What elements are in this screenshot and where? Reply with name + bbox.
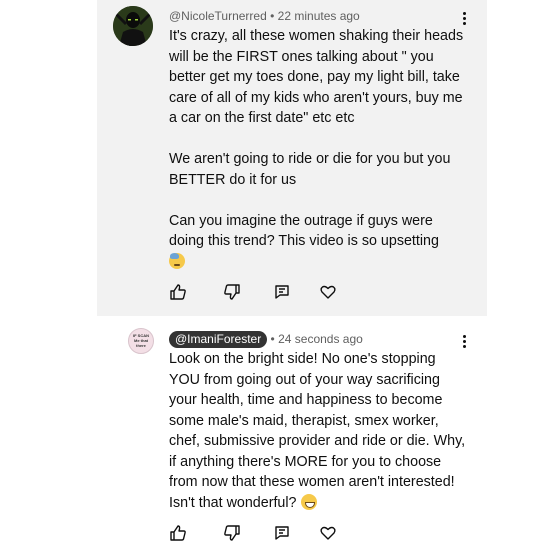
author-name[interactable]: @NicoleTurnerred — [169, 9, 267, 23]
comment-meta: @NicoleTurnerred • 22 minutes ago — [169, 9, 360, 23]
avatar-text: IF SCAN Me that there — [133, 333, 149, 348]
comment-time: 22 minutes ago — [277, 9, 360, 23]
dislike-icon[interactable] — [223, 283, 241, 301]
sad-sweat-emoji-icon — [169, 252, 185, 269]
dark-figure-avatar-icon — [113, 6, 153, 46]
comment-imani: IF SCAN Me that there @ImaniForester • 2… — [97, 316, 487, 560]
comment-time: 24 seconds ago — [278, 332, 363, 346]
comment-nicole: @NicoleTurnerred • 22 minutes ago It's c… — [97, 0, 487, 316]
comment-text: It's crazy, all these women shaking thei… — [169, 26, 469, 272]
grinning-emoji-icon — [300, 493, 317, 510]
more-options-icon[interactable] — [463, 12, 467, 27]
reply-icon[interactable] — [273, 283, 291, 301]
more-options-icon[interactable] — [463, 335, 467, 350]
separator: • — [270, 9, 278, 23]
comment-body: Look on the bright side! No one's stoppi… — [169, 351, 466, 511]
like-icon[interactable] — [169, 283, 187, 301]
reply-icon[interactable] — [273, 524, 291, 542]
author-name[interactable]: @ImaniForester — [169, 331, 268, 348]
avatar[interactable]: IF SCAN Me that there — [128, 328, 154, 354]
dislike-icon[interactable] — [223, 524, 241, 542]
heart-icon[interactable] — [319, 283, 337, 301]
comment-text: Look on the bright side! No one's stoppi… — [169, 349, 469, 513]
like-icon[interactable] — [169, 524, 187, 542]
comment-actions — [169, 524, 359, 544]
avatar[interactable] — [113, 6, 153, 46]
heart-icon[interactable] — [319, 524, 337, 542]
comment-body: It's crazy, all these women shaking thei… — [169, 28, 464, 249]
comment-meta: @ImaniForester • 24 seconds ago — [169, 331, 363, 348]
comment-actions — [169, 283, 359, 303]
separator: • — [270, 332, 279, 346]
